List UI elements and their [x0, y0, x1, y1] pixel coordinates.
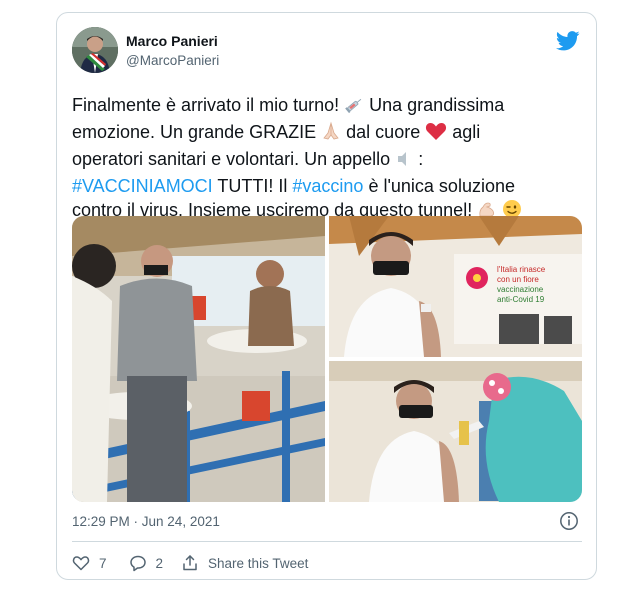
tweet-text-line: emozione. Un grande GRAZIE [72, 122, 317, 142]
tweet-text-line: TUTTI! Il [217, 176, 288, 196]
folded-hands-icon [321, 121, 341, 147]
author-display-name[interactable]: Marco Panieri [126, 33, 218, 49]
author-handle[interactable]: @MarcoPanieri [126, 53, 219, 68]
sign-text: l'Italia rinasce [497, 265, 546, 274]
reply-bubble-icon [129, 555, 146, 572]
divider [72, 541, 582, 542]
sign-text: con un fiore [497, 275, 539, 284]
tweet-text-line: dal cuore [346, 122, 421, 142]
heart-outline-icon [72, 556, 90, 571]
tweet-text-line: è l'unica soluzione [368, 176, 515, 196]
tweet-text-line: agli [452, 122, 481, 142]
hashtag-link[interactable]: #vaccino [292, 176, 363, 196]
tweet-text-line: Finalmente è arrivato il mio turno! [72, 95, 340, 115]
sign-text: anti-Covid 19 [497, 295, 545, 304]
avatar[interactable] [72, 27, 118, 73]
sign-text: vaccinazione [497, 285, 544, 294]
syringe-icon [344, 96, 364, 120]
share-button[interactable]: Share this Tweet [181, 554, 308, 572]
tweet-text-line: operatori sanitari e volontari. Un appel… [72, 149, 391, 169]
reply-button[interactable]: 2 [129, 554, 164, 572]
tweet-text: Finalmente è arrivato il mio turno! Una … [72, 93, 577, 225]
red-heart-icon [425, 121, 447, 147]
speaker-icon [395, 150, 413, 174]
photo-man-after-vaccine[interactable]: l'Italia rinasce con un fiore vaccinazio… [329, 216, 582, 357]
tweet-timestamp[interactable]: 12:29 PM · Jun 24, 2021 [72, 514, 220, 529]
tweet-text-line: : [418, 149, 424, 169]
share-label: Share this Tweet [208, 555, 309, 571]
tweet-media-grid: l'Italia rinasce con un fiore vaccinazio… [72, 216, 582, 502]
tweet-text-line: Una grandissima [369, 95, 505, 115]
like-button[interactable]: 7 [72, 554, 107, 572]
hashtag-link[interactable]: #VACCINIAMOCI [72, 176, 213, 196]
share-icon [183, 555, 197, 571]
info-icon[interactable] [559, 511, 579, 531]
tweet-actions: 7 2 Share this Tweet [72, 551, 330, 575]
twitter-bird-icon[interactable] [555, 31, 580, 51]
photo-vaccination-waiting-area[interactable] [72, 216, 325, 502]
tweet-card: Marco Panieri @MarcoPanieri Finalmente è… [56, 12, 597, 580]
reply-count: 2 [155, 555, 164, 571]
like-count: 7 [99, 555, 107, 571]
photo-man-receiving-vaccine[interactable] [329, 361, 582, 502]
